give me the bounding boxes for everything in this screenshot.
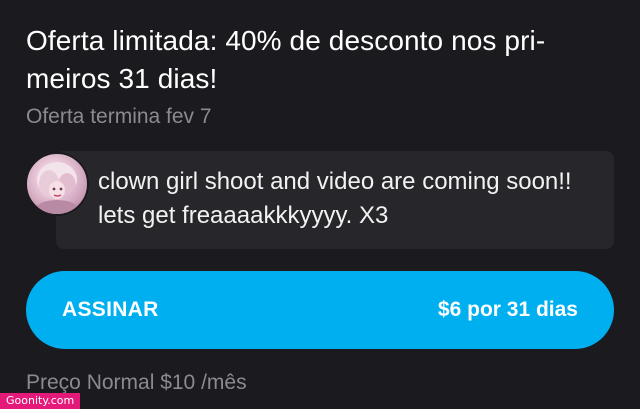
- offer-title: Oferta limitada: 40% de desconto nos pri…: [26, 25, 546, 94]
- creator-message: clown girl shoot and video are coming so…: [56, 151, 614, 249]
- subscribe-button[interactable]: ASSINAR $6 por 31 dias: [26, 271, 614, 349]
- subscribe-button-label: ASSINAR: [62, 298, 159, 321]
- offer-expiry-text: Oferta termina fev 7: [26, 105, 212, 128]
- creator-avatar[interactable]: [25, 152, 89, 216]
- creator-message-text: clown girl shoot and video are coming so…: [98, 168, 572, 229]
- subscription-offer-card: Oferta limitada: 40% de desconto nos pri…: [0, 0, 640, 409]
- avatar-photo-icon: [35, 162, 79, 214]
- site-watermark: Goonity.com: [0, 393, 81, 409]
- subscribe-button-price: $6 por 31 dias: [437, 298, 578, 321]
